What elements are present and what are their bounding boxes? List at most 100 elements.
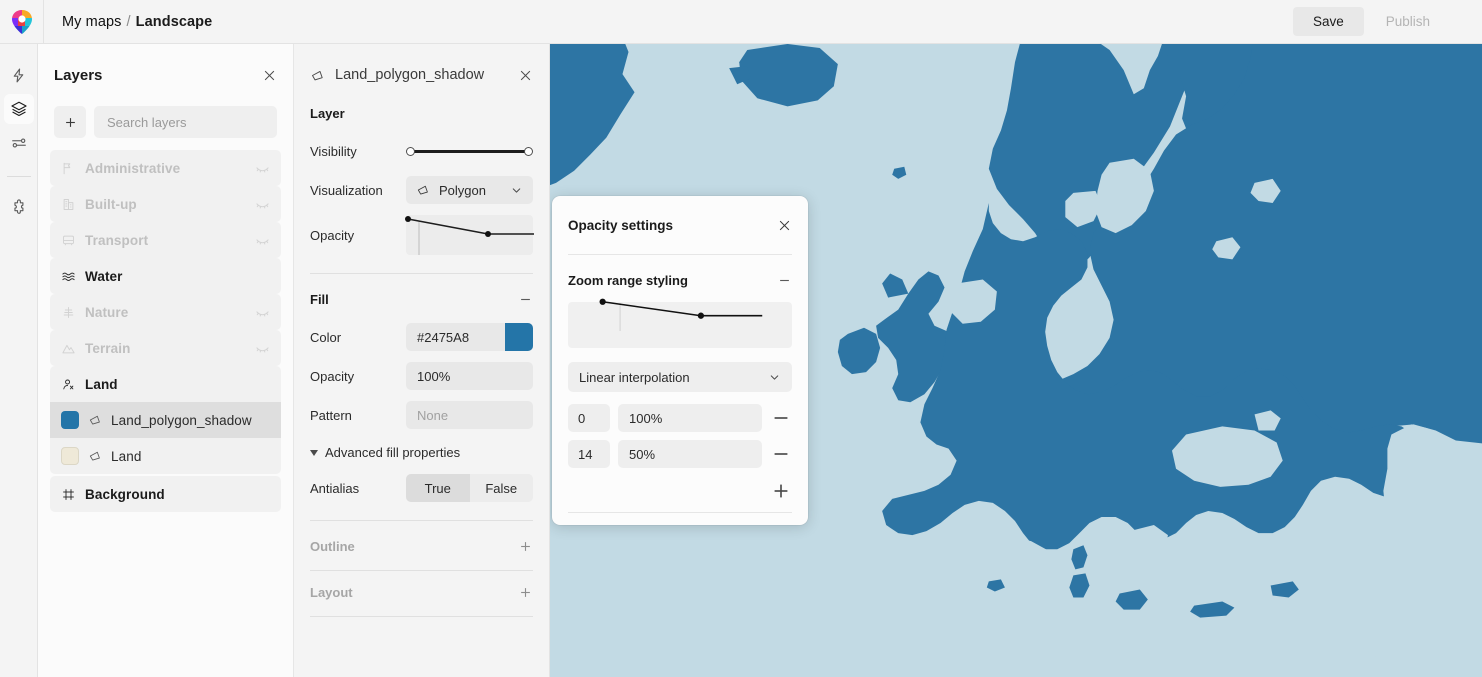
interpolation-select[interactable]: Linear interpolation <box>568 362 792 392</box>
antialias-row: Antialias True False <box>310 474 533 502</box>
eye-closed-icon[interactable] <box>255 161 270 176</box>
layer-color-swatch[interactable] <box>61 411 79 429</box>
triangle-down-icon <box>310 449 318 456</box>
stop-value-input[interactable]: 100% <box>618 404 762 432</box>
layers-panel: Layers Administrati <box>38 44 294 677</box>
layer-color-swatch[interactable] <box>61 447 79 465</box>
layer-list: Administrative Built-up Transport Water … <box>38 150 293 512</box>
curve-stop-handle-1 <box>697 312 705 319</box>
layout-section-title: Layout <box>310 585 353 600</box>
app-logo[interactable] <box>0 0 44 44</box>
topbar-actions: Save Publish <box>1292 7 1482 36</box>
layer-item-label: Land <box>111 448 142 464</box>
zoom-stop-row: 0 100% <box>568 404 792 432</box>
layer-group-land-header[interactable]: Land <box>50 366 281 402</box>
layer-group-transport[interactable]: Transport <box>50 222 281 258</box>
visualization-row: Visualization Polygon <box>310 176 533 204</box>
tree-icon <box>61 305 76 320</box>
mountain-icon <box>61 341 76 356</box>
eye-closed-icon[interactable] <box>255 197 270 212</box>
stop-zoom-input[interactable]: 14 <box>568 440 610 468</box>
layer-item-land-polygon-shadow[interactable]: Land_polygon_shadow <box>50 402 281 438</box>
settings-panel-body: Layer Visibility Visualization Polygon O… <box>294 106 549 631</box>
layer-group-label: Built-up <box>85 196 137 212</box>
polygon-icon <box>88 413 102 427</box>
rail-item-bolt[interactable] <box>4 60 34 90</box>
settings-panel-header: Land_polygon_shadow <box>294 44 549 106</box>
collapse-fill-button[interactable] <box>518 292 533 307</box>
plus-icon <box>521 588 530 597</box>
close-icon[interactable] <box>518 68 533 83</box>
eye-closed-icon[interactable] <box>255 341 270 356</box>
fill-pattern-field[interactable]: None <box>406 401 533 429</box>
layer-group-administrative[interactable]: Administrative <box>50 150 281 186</box>
add-layer-button[interactable] <box>54 106 86 138</box>
opacity-zoom-curve[interactable] <box>405 215 534 255</box>
map-pin-logo-icon <box>11 9 32 34</box>
rail-item-plugins[interactable] <box>4 193 34 223</box>
top-bar: My maps / Landscape Save Publish <box>0 0 1482 44</box>
fill-pattern-label: Pattern <box>310 407 352 423</box>
save-button[interactable]: Save <box>1292 7 1364 36</box>
advanced-fill-label: Advanced fill properties <box>325 445 461 460</box>
map-canvas[interactable]: Opacity settings Zoom range styling Line… <box>550 44 1482 677</box>
layer-group-background[interactable]: Background <box>50 476 281 512</box>
visibility-slider[interactable] <box>406 144 533 158</box>
remove-stop-button[interactable] <box>770 407 792 429</box>
fill-pattern-placeholder: None <box>417 407 449 423</box>
layer-group-water[interactable]: Water <box>50 258 281 294</box>
antialias-false-option[interactable]: False <box>469 474 533 502</box>
remove-stop-button[interactable] <box>770 443 792 465</box>
fill-opacity-field[interactable]: 100% <box>406 362 533 390</box>
stop-zoom-input[interactable]: 0 <box>568 404 610 432</box>
layer-item-land[interactable]: Land <box>50 438 281 474</box>
breadcrumb-separator: / <box>126 13 131 30</box>
section-divider <box>310 616 533 617</box>
publish-button[interactable]: Publish <box>1368 7 1448 36</box>
antialias-true-option[interactable]: True <box>406 474 470 502</box>
curve-stop-handle-0 <box>599 298 606 305</box>
expand-layout-button[interactable] <box>518 585 533 600</box>
water-icon <box>61 269 76 284</box>
polygon-icon <box>310 68 325 83</box>
add-stop-button[interactable] <box>770 480 792 502</box>
land-icon <box>61 377 76 392</box>
layer-group-land: Land Land_polygon_shadow Land <box>50 366 281 474</box>
layer-group-label: Background <box>85 486 165 502</box>
antialias-segmented-control: True False <box>406 474 533 502</box>
rail-item-layers[interactable] <box>3 94 34 124</box>
rail-item-sliders[interactable] <box>4 128 34 158</box>
layer-settings-panel: Land_polygon_shadow Layer Visibility Vis… <box>294 44 550 677</box>
fill-color-field[interactable]: #2475A8 <box>406 323 533 351</box>
layer-group-terrain[interactable]: Terrain <box>50 330 281 366</box>
slider-handle-max[interactable] <box>524 146 533 156</box>
fill-opacity-label: Opacity <box>310 368 355 384</box>
layer-group-built-up[interactable]: Built-up <box>50 186 281 222</box>
layer-group-label: Nature <box>85 304 129 320</box>
close-icon[interactable] <box>777 218 792 233</box>
stop-value-input[interactable]: 50% <box>618 440 762 468</box>
layers-search-row <box>38 106 293 150</box>
layer-group-label: Water <box>85 268 123 284</box>
flag-icon <box>61 161 76 176</box>
bus-icon <box>61 233 76 248</box>
expand-outline-button[interactable] <box>518 539 533 554</box>
advanced-fill-toggle[interactable]: Advanced fill properties <box>310 445 533 460</box>
collapse-zoom-range-button[interactable] <box>777 273 792 288</box>
eye-closed-icon[interactable] <box>255 233 270 248</box>
section-divider <box>310 570 533 571</box>
slider-handle-min[interactable] <box>406 146 415 156</box>
search-input[interactable] <box>107 114 264 130</box>
fill-color-swatch[interactable] <box>505 323 533 351</box>
chevron-down-icon <box>510 184 523 197</box>
layer-group-nature[interactable]: Nature <box>50 294 281 330</box>
search-layers-box[interactable] <box>94 106 277 138</box>
fill-pattern-row: Pattern None <box>310 401 533 429</box>
layers-panel-title: Layers <box>54 66 103 84</box>
zoom-range-curve-graph[interactable] <box>568 298 792 348</box>
breadcrumb-root[interactable]: My maps <box>62 14 122 30</box>
visualization-select[interactable]: Polygon <box>406 176 533 204</box>
close-icon[interactable] <box>262 68 277 83</box>
icon-rail <box>0 44 38 677</box>
eye-closed-icon[interactable] <box>255 305 270 320</box>
